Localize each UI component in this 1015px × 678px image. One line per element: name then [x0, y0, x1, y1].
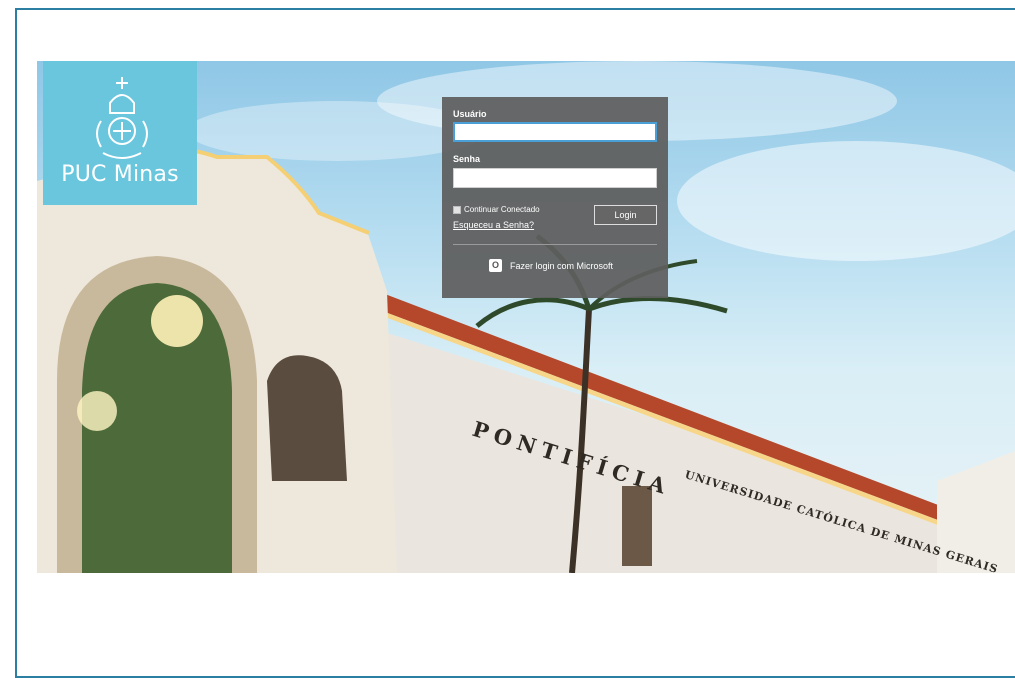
- microsoft-login-button[interactable]: O Fazer login com Microsoft: [489, 259, 613, 272]
- office-icon: O: [489, 259, 502, 272]
- username-label: Usuário: [453, 109, 487, 119]
- username-input[interactable]: [453, 122, 657, 142]
- remember-me-checkbox[interactable]: Continuar Conectado: [453, 205, 540, 214]
- checkbox-icon[interactable]: [453, 205, 461, 214]
- crest-icon: [96, 77, 148, 159]
- remember-me-label: Continuar Conectado: [464, 205, 540, 214]
- login-panel: Usuário Senha Continuar Conectado Esquec…: [442, 97, 668, 298]
- divider: [453, 244, 657, 245]
- logo-text: PUC Minas: [61, 162, 179, 187]
- puc-minas-logo: PUC Minas: [43, 61, 197, 205]
- password-label: Senha: [453, 154, 481, 164]
- microsoft-login-label: Fazer login com Microsoft: [510, 260, 614, 271]
- password-input[interactable]: [453, 168, 657, 188]
- login-button[interactable]: Login: [594, 205, 657, 225]
- forgot-password-link[interactable]: Esqueceu a Senha?: [453, 220, 534, 230]
